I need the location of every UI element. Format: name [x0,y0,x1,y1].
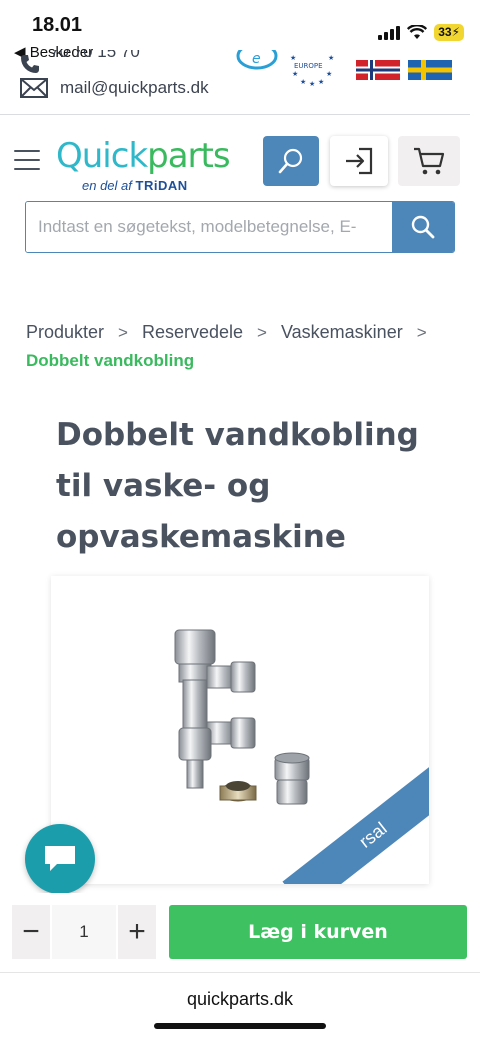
status-time: 18.01 [32,14,83,36]
chevron-right-icon: > [118,322,128,342]
svg-text:★: ★ [290,54,296,62]
search-icon [411,215,435,239]
svg-text:★: ★ [309,80,315,88]
login-icon [346,147,373,175]
cellular-signal-icon [378,25,401,40]
product-search-bar [25,201,455,253]
envelope-icon [20,78,48,98]
header-search-button[interactable] [263,136,319,186]
breadcrumb-item-reservedele[interactable]: Reservedele [142,322,243,343]
search-submit-button[interactable] [392,202,454,252]
browser-address-bar: quickparts.dk [0,972,480,1039]
quantity-decrease-button[interactable]: − [12,905,50,959]
header-divider [0,114,470,115]
breadcrumb-item-vaskemaskiner[interactable]: Vaskemaskiner [281,322,403,343]
contact-strip: 70 70 15 70 mail@quickparts.dk e EUROPE … [0,50,480,114]
quantity-increase-button[interactable]: + [118,905,156,959]
phone-row[interactable]: 70 70 15 70 [20,50,140,74]
battery-indicator: 33⚡ [434,24,464,41]
email-link[interactable]: mail@quickparts.dk [60,78,209,98]
breadcrumb-links: Produkter > Reservedele > Vaskemaskiner … [26,322,466,343]
add-to-cart-bar: − + Læg i kurven [0,893,480,971]
quantity-input[interactable] [52,905,116,959]
chat-button[interactable] [25,824,95,894]
chevron-right-icon: > [257,322,267,342]
add-to-cart-button[interactable]: Læg i kurven [169,905,467,959]
product-title: Dobbelt vandkobling til vaske- og opvask… [56,417,419,555]
svg-text:★: ★ [326,70,332,78]
trustmark-europe-badge-icon[interactable]: EUROPE ★ ★ ★ ★ ★ ★ ★ [288,50,336,88]
svg-text:★: ★ [318,78,324,86]
svg-text:★: ★ [300,78,306,86]
svg-text:★: ★ [328,54,334,62]
search-input[interactable] [26,202,392,252]
svg-text:e: e [252,51,261,67]
svg-text:EUROPE: EUROPE [294,62,323,70]
breadcrumb-item-produkter[interactable]: Produkter [26,322,104,343]
logo-tagline: en del af TRiDAN [82,178,188,193]
home-indicator[interactable] [154,1023,326,1029]
status-icons: 33⚡ [378,24,464,41]
norway-flag-icon[interactable] [356,60,400,80]
phone-number[interactable]: 70 70 15 70 [50,50,140,62]
phone-icon [21,55,39,73]
shopping-cart-icon [414,147,445,175]
breadcrumb-current: Dobbelt vandkobling [26,351,195,370]
trust-badges: e EUROPE ★ ★ ★ ★ ★ ★ ★ [236,50,456,90]
breadcrumb: Produkter > Reservedele > Vaskemaskiner … [26,322,466,371]
chevron-right-icon: > [416,322,427,342]
mail-row[interactable]: mail@quickparts.dk [20,78,209,98]
sweden-flag-icon[interactable] [408,60,452,80]
chat-icon [45,846,75,871]
svg-text:★: ★ [292,70,298,78]
product-image[interactable]: rsal [51,576,429,884]
url-text[interactable]: quickparts.dk [0,989,480,1010]
search-icon [278,148,303,174]
login-button[interactable] [330,136,388,186]
site-header: Quickparts en del af TRiDAN [0,126,480,196]
menu-icon[interactable] [14,150,40,170]
quickparts-logo[interactable]: Quickparts en del af TRiDAN [56,136,231,193]
cart-button[interactable] [398,136,460,186]
e-maerket-badge-icon[interactable]: e [236,50,278,78]
wifi-icon [407,25,428,39]
logo-wordmark: Quickparts [56,136,231,176]
